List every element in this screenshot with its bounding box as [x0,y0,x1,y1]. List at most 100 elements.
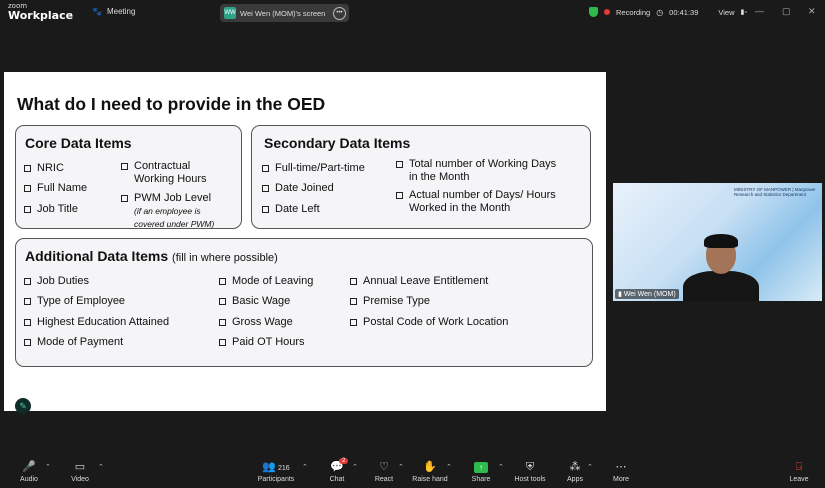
list-item: Mode of Payment [24,336,123,349]
meeting-menu[interactable]: 🐾 Meeting [92,7,135,16]
chevron-up-icon[interactable]: ⌃ [302,463,308,471]
list-item: Full-time/Part-time [262,162,365,175]
participants-count: 216 [278,465,290,472]
host-tools-button[interactable]: ⛨ Host tools [505,455,555,483]
video-brand: MINISTRY OF MANPOWER | Manpower Research… [734,187,816,197]
participants-button[interactable]: 👥 216 Participants [251,455,301,483]
list-item: Mode of Leaving [219,275,313,288]
list-item: Gross Wage [219,316,293,329]
checkbox-icon [350,278,357,285]
checkbox-icon [24,319,31,326]
participant-video[interactable]: MINISTRY OF MANPOWER | Manpower Research… [613,183,822,301]
screen-share-pill[interactable]: WW Wei Wen (MOM)'s screen ••• [220,4,349,22]
checkbox-icon [350,298,357,305]
secondary-data-box: Secondary Data Items Full-time/Part-time… [251,125,591,229]
checkbox-icon [219,319,226,326]
leave-button[interactable]: ⍈ Leave [774,455,824,483]
pwm-note: (if an employee is covered under PWM) [134,206,215,229]
list-item: Contractual Working Hours [121,160,229,186]
checkbox-icon [121,195,128,202]
checkbox-icon [262,165,269,172]
brand-bottom: Workplace [8,9,74,22]
chevron-up-icon[interactable]: ⌃ [498,463,504,471]
list-item: Actual number of Days/ Hours Worked in t… [396,189,576,215]
list-item: Job Title [24,203,78,216]
checkbox-icon [24,278,31,285]
checkbox-icon [396,161,403,168]
more-button[interactable]: ⋯ More [596,455,646,483]
list-item: Date Joined [262,182,334,195]
checkbox-icon [219,298,226,305]
chevron-up-icon[interactable]: ⌃ [446,463,452,471]
chevron-up-icon[interactable]: ⌃ [98,463,104,471]
zoom-logo[interactable]: zoom Workplace [8,2,73,22]
avatar: WW [224,7,236,19]
list-item: NRIC [24,162,64,175]
chat-badge: 2 [339,458,349,464]
list-item: Premise Type [350,295,430,308]
checkbox-icon [24,298,31,305]
list-item: Highest Education Attained [24,316,169,329]
list-item: Type of Employee [24,295,125,308]
core-title: Core Data Items [25,135,132,151]
maximize-icon[interactable]: ▢ [782,6,791,17]
chevron-up-icon[interactable]: ⌃ [398,463,404,471]
checkbox-icon [350,319,357,326]
view-button[interactable]: View [718,8,734,17]
checkbox-icon [24,165,31,172]
participant-name: ▮ Wei Wen (MOM) [615,289,679,299]
person-body [683,271,759,301]
list-item: Basic Wage [219,295,290,308]
bottom-toolbar: 🎤 Audio ⌃ ▭ Video ⌃ 👥 216 Participants ⌃ … [0,455,825,488]
screen-share-label: Wei Wen (MOM)'s screen [240,8,326,18]
list-item: Postal Code of Work Location [350,316,508,329]
participants-icon: 👥 216 [262,461,290,473]
checkbox-icon [24,339,31,346]
person-hair [704,234,738,248]
checkbox-icon [24,185,31,192]
close-icon[interactable]: ✕ [808,6,816,17]
more-icon[interactable]: ••• [333,7,346,20]
checkbox-icon [219,339,226,346]
chevron-up-icon[interactable]: ⌃ [352,463,358,471]
checkbox-icon [24,206,31,213]
leave-icon: ⍈ [795,461,803,473]
additional-data-box: Additional Data Items (fill in where pos… [15,238,593,367]
minimize-icon[interactable]: — [755,6,764,16]
chevron-up-icon[interactable]: ⌃ [45,463,51,471]
annotate-pen-icon[interactable]: ✎ [15,398,31,414]
pwm-level: PWM Job Level [134,192,212,204]
slide-title: What do I need to provide in the OED [17,94,326,114]
shared-slide: What do I need to provide in the OED Cor… [4,72,606,414]
chevron-up-icon[interactable]: ⌃ [587,463,593,471]
chevron-down-icon[interactable]: ⌄ [67,8,74,17]
top-bar: zoom Workplace ⌄ 🐾 Meeting WW Wei Wen (M… [0,0,825,26]
clock-icon: ◷ [656,7,664,17]
additional-title: Additional Data Items (fill in where pos… [25,248,278,264]
checkbox-icon [121,163,128,170]
list-item: Total number of Working Days in the Mont… [396,158,566,184]
list-item: Job Duties [24,275,89,288]
meeting-timer: 00:41:39 [669,7,699,17]
list-item: Paid OT Hours [219,336,305,349]
checkbox-icon [396,192,403,199]
signal-icon: ▮ [618,291,622,298]
shield-icon: ⛨ [525,461,535,473]
additional-subtitle: (fill in where possible) [172,252,278,264]
paw-icon: 🐾 [92,7,102,16]
checkbox-icon [219,278,226,285]
view-icon[interactable]: ▮▫ [741,8,747,16]
list-item: PWM Job Level (if an employee is covered… [121,192,233,231]
meeting-label: Meeting [106,7,136,16]
list-item: Annual Leave Entitlement [350,275,488,288]
more-icon: ⋯ [615,461,627,473]
checkbox-icon [262,206,269,213]
shield-icon[interactable] [589,7,598,17]
recording-label[interactable]: Recording [616,8,650,17]
list-item: Full Name [24,182,87,195]
core-data-box: Core Data Items NRIC Full Name Job Title… [15,125,242,229]
list-item: Date Left [262,203,320,216]
recording-dot-icon [604,9,610,15]
checkbox-icon [262,185,269,192]
status-group: Recording ◷ 00:41:39 View ▮▫ [589,7,747,17]
